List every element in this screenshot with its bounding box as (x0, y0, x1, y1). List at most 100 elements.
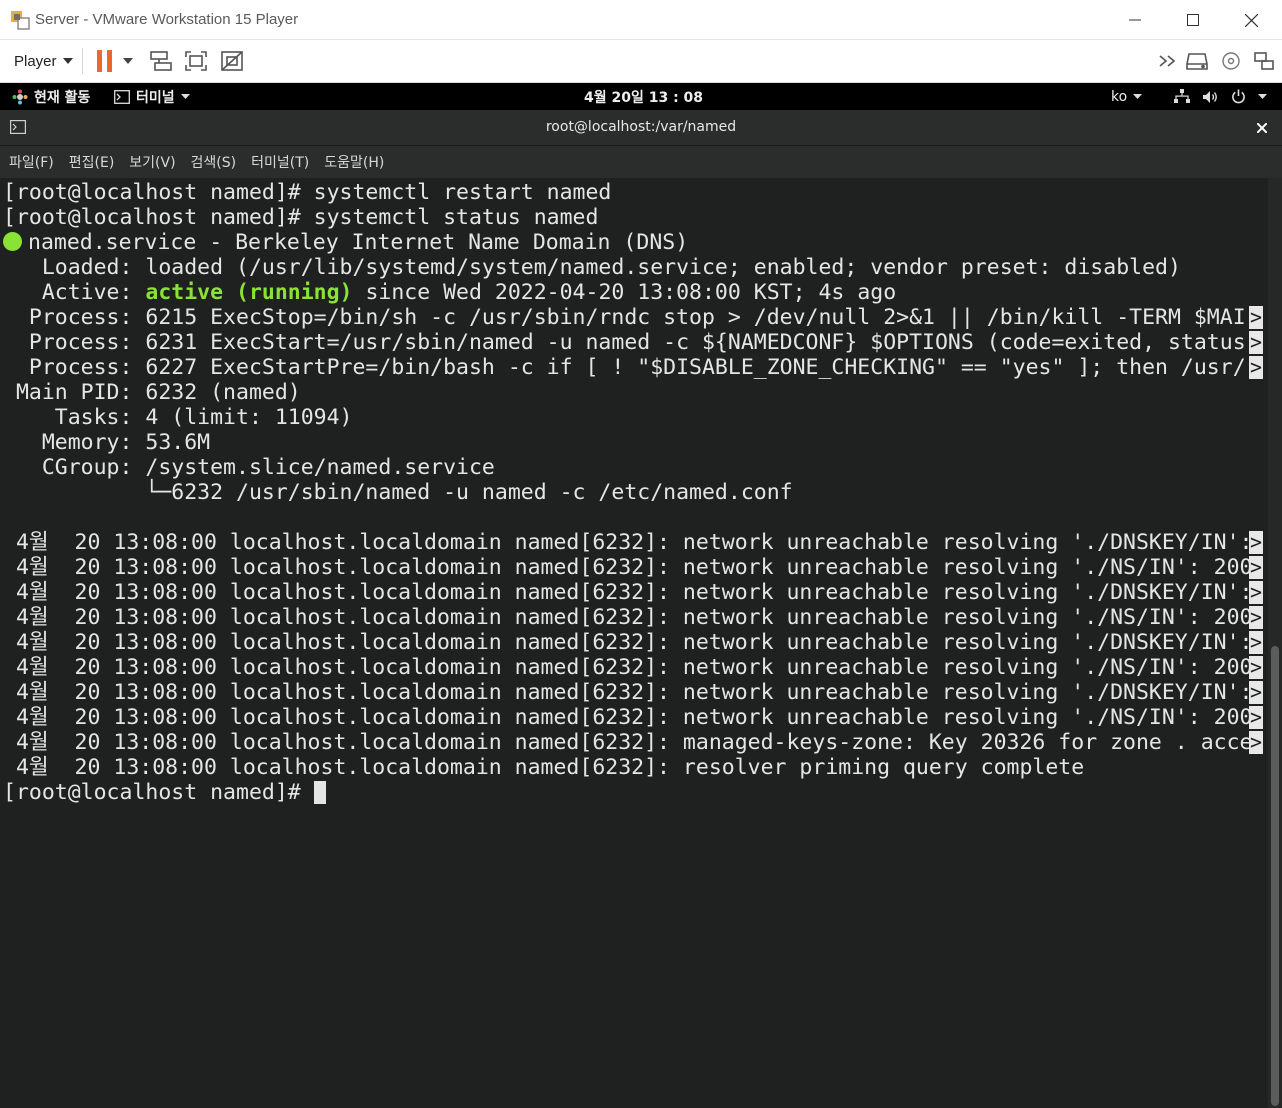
terminal-scrollbar[interactable] (1268, 178, 1282, 1108)
volume-icon (1203, 90, 1217, 103)
minimize-button[interactable] (1106, 0, 1164, 40)
network-adapter-device-button[interactable] (1251, 49, 1277, 73)
activities-button[interactable]: 현재 활동 (12, 83, 90, 110)
line-text: Memory: 53.6M (3, 430, 211, 455)
hard-disk-device-button[interactable] (1184, 49, 1210, 73)
line-truncated-marker: > (1249, 655, 1263, 679)
minimize-icon (1129, 19, 1141, 21)
terminal-line: CGroup: /system.slice/named.service (3, 455, 1252, 480)
terminal-line: Process: 6227 ExecStartPre=/bin/bash -c … (3, 355, 1263, 380)
terminal-line: 4월 20 13:08:00 localhost.localdomain nam… (3, 555, 1263, 580)
clock[interactable]: 4월 20일 13 : 08 (584, 83, 703, 110)
line-truncated-marker: > (1249, 330, 1263, 354)
input-method-menu[interactable]: ko (1111, 83, 1143, 110)
fullscreen-icon (185, 51, 207, 71)
fit-guest-button[interactable] (183, 49, 209, 73)
more-devices-button[interactable] (1155, 49, 1181, 73)
close-window-button[interactable] (1222, 0, 1280, 40)
line-truncated-marker: > (1249, 555, 1263, 579)
line-text: 4월 20 13:08:00 localhost.localdomain nam… (3, 630, 1253, 655)
terminal-line: named.service - Berkeley Internet Name D… (3, 230, 1252, 255)
menu-view[interactable]: 보기(V) (129, 152, 175, 172)
service-status-dot-icon (3, 232, 22, 251)
chevron-down-icon (180, 94, 190, 99)
line-text: 4월 20 13:08:00 localhost.localdomain nam… (3, 530, 1253, 555)
terminal-line: Main PID: 6232 (named) (3, 380, 1252, 405)
chevron-down-icon (1133, 94, 1143, 99)
line-text: [root@localhost named]# (3, 780, 314, 805)
terminal-line: 4월 20 13:08:00 localhost.localdomain nam… (3, 530, 1263, 555)
unity-disabled-icon (221, 51, 243, 71)
terminal-header-bar: root@localhost:/var/named (0, 110, 1282, 146)
line-truncated-marker: > (1249, 705, 1263, 729)
app-menu-button[interactable]: 터미널 (114, 83, 190, 110)
toolbar-divider (82, 48, 83, 74)
pause-icon (97, 50, 112, 72)
activities-icon (12, 89, 28, 104)
player-menu-button[interactable]: Player (6, 48, 81, 74)
terminal-line: 4월 20 13:08:00 localhost.localdomain nam… (3, 605, 1263, 630)
line-truncated-marker: > (1249, 580, 1263, 604)
cd-dvd-icon (1222, 52, 1240, 70)
terminal-line: 4월 20 13:08:00 localhost.localdomain nam… (3, 655, 1263, 680)
terminal-line: 4월 20 13:08:00 localhost.localdomain nam… (3, 755, 1252, 780)
line-text: named.service - Berkeley Internet Name D… (28, 230, 689, 255)
cd-dvd-device-button[interactable] (1218, 49, 1244, 73)
hard-disk-icon (1186, 53, 1208, 70)
active-status-text: active (running) (145, 280, 353, 305)
terminal-line: Tasks: 4 (limit: 11094) (3, 405, 1252, 430)
close-terminal-button[interactable] (1252, 119, 1272, 137)
terminal-line: 4월 20 13:08:00 localhost.localdomain nam… (3, 630, 1263, 655)
line-truncated-marker: > (1249, 305, 1263, 329)
menu-search[interactable]: 검색(S) (191, 152, 237, 172)
system-status-menu[interactable] (1174, 83, 1267, 110)
line-prefix: Active: (3, 280, 146, 305)
terminal-line: 4월 20 13:08:00 localhost.localdomain nam… (3, 680, 1263, 705)
pause-dropdown-button[interactable] (118, 49, 138, 73)
line-text: 4월 20 13:08:00 localhost.localdomain nam… (3, 555, 1253, 580)
player-menu-label: Player (14, 52, 57, 70)
terminal-line: Memory: 53.6M (3, 430, 1252, 455)
input-method-label: ko (1111, 88, 1128, 105)
maximize-button[interactable] (1164, 0, 1222, 40)
activities-label: 현재 활동 (34, 89, 91, 106)
terminal-line: Active: active (running) since Wed 2022-… (3, 280, 1252, 305)
menu-help[interactable]: 도움말(H) (324, 152, 384, 172)
menu-file[interactable]: 파일(F) (9, 152, 54, 172)
close-icon (1244, 13, 1258, 27)
power-icon (1232, 89, 1245, 104)
line-text: CGroup: /system.slice/named.service (3, 455, 495, 480)
line-text: [root@localhost named]# systemctl status… (3, 205, 599, 230)
network-adapter-icon (1254, 52, 1274, 70)
menu-edit[interactable]: 편집(E) (69, 152, 115, 172)
unity-button[interactable] (219, 49, 245, 73)
gnome-top-bar: 현재 활동 터미널 4월 20일 13 : 08 ko (0, 83, 1282, 110)
network-devices-icon (150, 51, 172, 71)
terminal-line: Loaded: loaded (/usr/lib/systemd/system/… (3, 255, 1252, 280)
line-text: 4월 20 13:08:00 localhost.localdomain nam… (3, 705, 1253, 730)
line-text: 4월 20 13:08:00 localhost.localdomain nam… (3, 605, 1253, 630)
window-title: Server - VMware Workstation 15 Player (35, 11, 299, 28)
terminal-menu-bar: 파일(F) 편집(E) 보기(V) 검색(S) 터미널(T) 도움말(H) (0, 146, 1282, 178)
line-text: Main PID: 6232 (named) (3, 380, 301, 405)
vmware-logo-icon (11, 11, 30, 30)
terminal-line: Process: 6215 ExecStop=/bin/sh -c /usr/s… (3, 305, 1263, 330)
terminal-line: └─6232 /usr/sbin/named -u named -c /etc/… (3, 480, 1252, 505)
line-text: Process: 6231 ExecStart=/usr/sbin/named … (3, 330, 1246, 355)
send-ctrl-alt-del-button[interactable] (147, 49, 173, 73)
scrollbar-thumb[interactable] (1271, 646, 1279, 1106)
pause-button[interactable] (92, 49, 118, 73)
line-text: Process: 6215 ExecStop=/bin/sh -c /usr/s… (3, 305, 1246, 330)
maximize-icon (1187, 14, 1199, 26)
menu-terminal[interactable]: 터미널(T) (251, 152, 309, 172)
network-wired-icon (1174, 89, 1190, 103)
chevron-down-icon (1258, 94, 1267, 99)
terminal-output[interactable]: [root@localhost named]# systemctl restar… (0, 178, 1268, 1108)
terminal-cursor (313, 781, 326, 804)
terminal-line: 4월 20 13:08:00 localhost.localdomain nam… (3, 705, 1263, 730)
line-text: └─6232 /usr/sbin/named -u named -c /etc/… (3, 480, 793, 505)
line-text: [root@localhost named]# systemctl restar… (3, 180, 612, 205)
line-text: Process: 6227 ExecStartPre=/bin/bash -c … (3, 355, 1246, 380)
line-truncated-marker: > (1249, 355, 1263, 379)
line-text: 4월 20 13:08:00 localhost.localdomain nam… (3, 655, 1253, 680)
